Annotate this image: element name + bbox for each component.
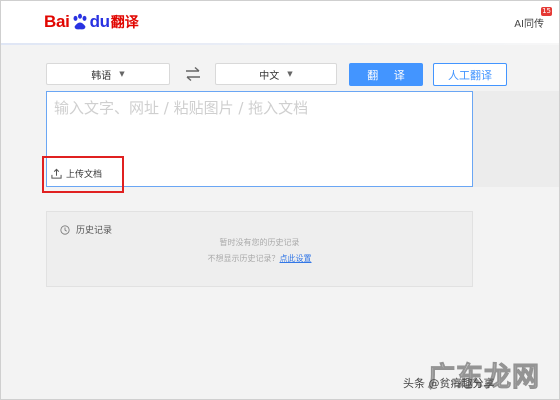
history-empty-text: 暂时没有您的历史记录 [219, 238, 300, 247]
target-language-select[interactable]: 中文 ▼ [215, 63, 337, 85]
swap-arrows-icon[interactable] [183, 64, 203, 84]
source-text-input[interactable] [54, 97, 459, 147]
watermark-credit-text: 头条 @贫瘠趣分享 [403, 377, 495, 390]
translate-button[interactable]: 翻 译 [349, 63, 423, 86]
ai-interpreter-badge: 15 [541, 7, 552, 16]
upload-document-button[interactable]: 上传文档 [51, 165, 102, 181]
baidu-translate-logo[interactable]: Bai du 翻译 [44, 10, 139, 34]
source-language-label: 韩语 [91, 70, 112, 82]
chevron-down-icon: ▼ [119, 70, 125, 78]
source-input-box [46, 91, 473, 187]
logo-du-text: du [89, 12, 110, 31]
target-language-label: 中文 [259, 70, 280, 82]
window-frame [0, 0, 560, 400]
history-hint: 不想显示历史记录？点此设置 [47, 253, 472, 264]
header-divider [0, 43, 560, 45]
upload-icon [51, 168, 62, 179]
clock-icon [60, 224, 70, 235]
history-panel: 历史记录 暂时没有您的历史记录 不想显示历史记录？点此设置 [46, 211, 473, 287]
ai-interpreter-link[interactable]: AI同传 [514, 15, 544, 30]
history-hint-text: 不想显示历史记录？ [207, 254, 280, 263]
chevron-down-icon: ▼ [287, 70, 293, 78]
history-title: 历史记录 [76, 226, 113, 236]
history-header: 历史记录 [60, 223, 112, 236]
source-language-select[interactable]: 韩语 ▼ [46, 63, 170, 85]
human-translate-button[interactable]: 人工翻译 [433, 63, 507, 86]
translation-result-pane [473, 91, 560, 187]
history-settings-link[interactable]: 点此设置 [280, 254, 312, 263]
top-header: Bai du 翻译 AI同传 15 [0, 0, 560, 44]
logo-bai-text: Bai [44, 12, 70, 31]
upload-document-label: 上传文档 [66, 169, 103, 180]
paw-icon [73, 13, 87, 30]
logo-fanyi-text: 翻译 [110, 15, 139, 31]
